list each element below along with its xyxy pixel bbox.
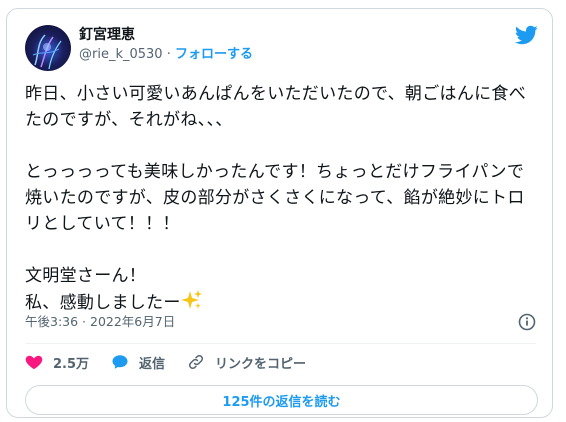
divider: [25, 343, 536, 344]
reply-label: 返信: [139, 356, 166, 372]
avatar[interactable]: [25, 25, 71, 71]
author-handle-row: @rie_k_0530 · フォローする: [79, 46, 253, 64]
reply-button[interactable]: 返信: [111, 353, 165, 372]
copy-link-button[interactable]: リンクをコピー: [187, 353, 306, 372]
author-name[interactable]: 釘宮理恵: [79, 26, 135, 44]
tweet-text-container: 昨日、小さい可愛いあんぱんをいただいたので、朝ごはんに食べたのですが、それがね、…: [25, 81, 540, 319]
sparkles-icon: [180, 289, 203, 319]
separator-dot: ·: [166, 47, 171, 62]
avatar-image: [32, 34, 62, 70]
follow-button[interactable]: フォローする: [175, 47, 253, 62]
like-count: 2.5万: [53, 356, 90, 372]
read-replies-button[interactable]: 125件の返信を読む: [25, 385, 538, 415]
tweet-timestamp[interactable]: 午後3:36 · 2022年6月7日: [25, 313, 175, 331]
tweet-card: 釘宮理恵 @rie_k_0530 · フォローする 昨日、小さい可愛いあんぱんを…: [6, 8, 553, 418]
author-handle[interactable]: @rie_k_0530: [79, 47, 163, 62]
twitter-bird-icon[interactable]: [514, 23, 538, 47]
tweet-text: 昨日、小さい可愛いあんぱんをいただいたので、朝ごはんに食べたのですが、それがね、…: [25, 84, 527, 313]
info-icon[interactable]: [518, 313, 536, 331]
reply-bubble-icon: [112, 355, 128, 369]
like-button[interactable]: 2.5万: [25, 353, 89, 372]
action-bar: 2.5万 返信 リンクをコピー: [25, 349, 328, 375]
copy-link-label: リンクをコピー: [215, 356, 307, 372]
heart-icon: [25, 355, 43, 370]
link-icon: [189, 354, 204, 370]
